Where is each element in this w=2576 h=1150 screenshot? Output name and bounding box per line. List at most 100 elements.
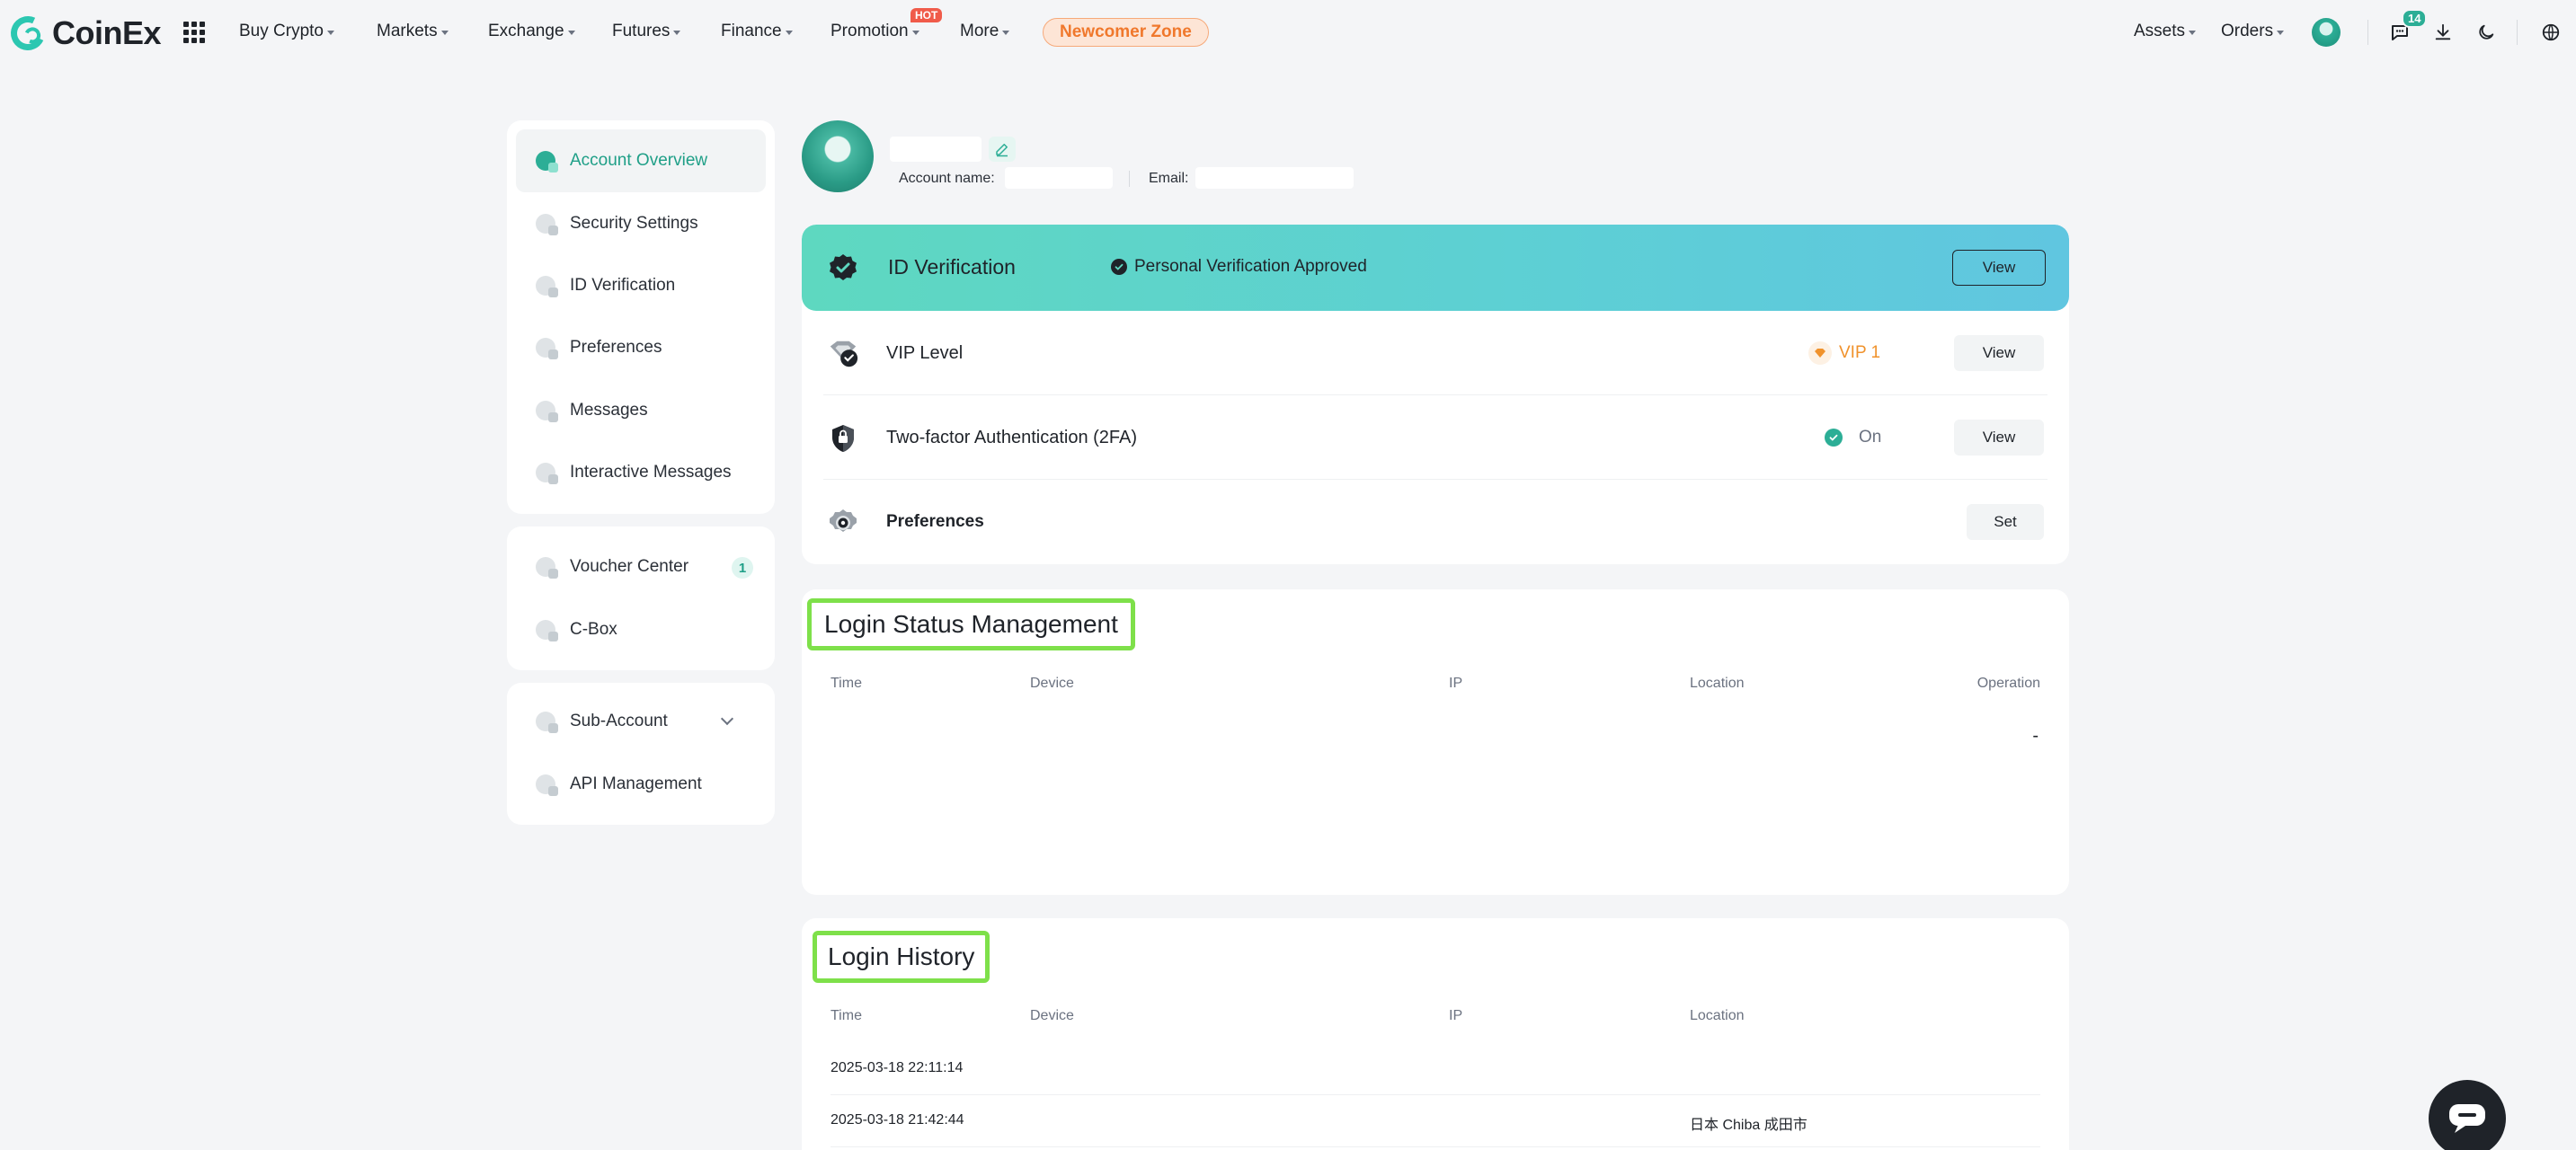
nav-assets[interactable]: Assets [2134, 22, 2197, 41]
nav-finance[interactable]: Finance [721, 22, 793, 41]
nav-buy-crypto[interactable]: Buy Crypto [239, 22, 334, 41]
sidebar-item-label: Security Settings [570, 214, 698, 233]
nav-promotion[interactable]: Promotion [831, 22, 919, 41]
sidebar-rewards-group: Voucher Center 1 C-Box [507, 526, 775, 670]
caret-down-icon [1002, 30, 1010, 35]
nav-label: Buy Crypto [239, 22, 324, 40]
column-header-device: Device [1030, 1008, 1074, 1023]
two-factor-view-button[interactable]: View [1954, 420, 2044, 456]
vip-badge-icon [827, 338, 859, 370]
nav-divider [2517, 20, 2518, 45]
sidebar-item-c-box[interactable]: C-Box [516, 598, 766, 661]
pie-chart-icon [536, 151, 558, 172]
avatar-icon[interactable] [2312, 18, 2341, 47]
sidebar-item-preferences[interactable]: Preferences [516, 316, 766, 379]
chat-bubbles-icon [536, 463, 558, 484]
id-verification-view-button[interactable]: View [1952, 250, 2046, 286]
email-value [1195, 167, 1354, 189]
account-name-label: Account name: [899, 171, 995, 186]
coinex-logo-icon [5, 11, 50, 56]
edit-icon[interactable] [989, 137, 1016, 162]
vip-view-button[interactable]: View [1954, 335, 2044, 371]
login-status-title: Login Status Management [807, 598, 1135, 650]
caret-down-icon [911, 30, 919, 35]
account-name-value [1005, 167, 1113, 189]
column-header-operation: Operation [1976, 676, 2040, 691]
row-divider [831, 1094, 2040, 1095]
sidebar-item-account-overview[interactable]: Account Overview [516, 129, 766, 192]
shield-icon [827, 422, 859, 455]
vip-level-title: VIP Level [886, 343, 964, 363]
nav-divider [2367, 20, 2368, 45]
sidebar-item-label: Voucher Center [570, 557, 689, 576]
download-icon[interactable] [2429, 18, 2457, 47]
session-operation-value[interactable]: - [2032, 726, 2039, 747]
sidebar-item-security-settings[interactable]: Security Settings [516, 192, 766, 255]
column-header-device: Device [1030, 676, 1074, 691]
nav-more[interactable]: More [960, 22, 1010, 41]
sub-account-icon [536, 712, 558, 733]
moon-icon[interactable] [2472, 18, 2500, 47]
sidebar-item-messages[interactable]: Messages [516, 379, 766, 442]
username-field [890, 137, 982, 162]
top-navigation: CoinEx Buy Crypto Markets Exchange Futur… [0, 0, 2576, 65]
brand-name: CoinEx [52, 14, 162, 51]
nav-exchange[interactable]: Exchange [488, 22, 575, 41]
message-count-badge: 14 [2402, 9, 2428, 28]
history-row-time: 2025-03-18 21:42:44 [831, 1112, 964, 1128]
nav-markets[interactable]: Markets [377, 22, 449, 41]
login-history-title: Login History [813, 931, 990, 983]
two-factor-status: On [1825, 428, 1881, 447]
brand-logo[interactable]: CoinEx [5, 11, 162, 56]
profile-avatar[interactable] [802, 120, 874, 192]
sidebar-item-sub-account[interactable]: Sub-Account [516, 690, 766, 753]
sidebar-item-voucher-center[interactable]: Voucher Center 1 [516, 535, 766, 598]
id-verification-title: ID Verification [888, 255, 1016, 279]
column-header-ip: IP [1449, 676, 1463, 691]
sidebar-item-id-verification[interactable]: ID Verification [516, 254, 766, 317]
vip-diamond-icon [1808, 341, 1832, 365]
nav-label: Exchange [488, 22, 564, 40]
caret-down-icon [567, 30, 575, 35]
row-divider [831, 1146, 2040, 1147]
id-verification-row: ID Verification Personal Verification Ap… [802, 225, 2069, 311]
nav-label: Futures [612, 22, 671, 40]
id-card-icon [536, 276, 558, 297]
apps-grid-icon[interactable] [183, 22, 205, 43]
two-factor-row: Two-factor Authentication (2FA) On View [802, 395, 2069, 480]
sidebar-item-label: Messages [570, 401, 648, 420]
verification-status: Personal Verification Approved [1111, 257, 1367, 277]
history-row-time: 2025-03-18 22:11:14 [831, 1060, 964, 1075]
email-label: Email: [1149, 171, 1189, 186]
column-header-location: Location [1690, 676, 1745, 691]
preferences-set-button[interactable]: Set [1967, 504, 2044, 540]
sidebar-item-label: Sub-Account [570, 712, 668, 730]
two-factor-title: Two-factor Authentication (2FA) [886, 428, 1138, 447]
caret-down-icon [326, 30, 334, 35]
sidebar-item-interactive-messages[interactable]: Interactive Messages [516, 441, 766, 504]
newcomer-zone-button[interactable]: Newcomer Zone [1043, 18, 1209, 47]
gear-icon [827, 507, 859, 539]
sidebar-main-group: Account Overview Security Settings ID Ve… [507, 120, 775, 514]
voucher-icon [536, 557, 558, 579]
verification-status-text: Personal Verification Approved [1134, 257, 1367, 276]
two-factor-status-text: On [1859, 428, 1882, 447]
column-header-time: Time [831, 1008, 862, 1023]
preferences-title: Preferences [886, 512, 984, 531]
voucher-count-badge: 1 [732, 557, 753, 579]
check-circle-icon [1825, 429, 1843, 447]
hot-badge: HOT [910, 8, 943, 22]
nav-futures[interactable]: Futures [612, 22, 681, 41]
globe-icon[interactable] [2536, 18, 2565, 47]
preferences-icon [536, 338, 558, 359]
nav-orders[interactable]: Orders [2221, 22, 2285, 41]
api-icon [536, 774, 558, 796]
chat-bubble-icon [2449, 1104, 2485, 1133]
profile-divider [1129, 171, 1130, 187]
sidebar-item-label: Preferences [570, 338, 662, 357]
column-header-ip: IP [1449, 1008, 1463, 1023]
sidebar-item-api-management[interactable]: API Management [516, 753, 766, 816]
history-row-location: 日本 Chiba 成田市 [1690, 1118, 1808, 1133]
support-chat-button[interactable] [2429, 1080, 2506, 1150]
sidebar-account-group: Sub-Account API Management [507, 683, 775, 825]
